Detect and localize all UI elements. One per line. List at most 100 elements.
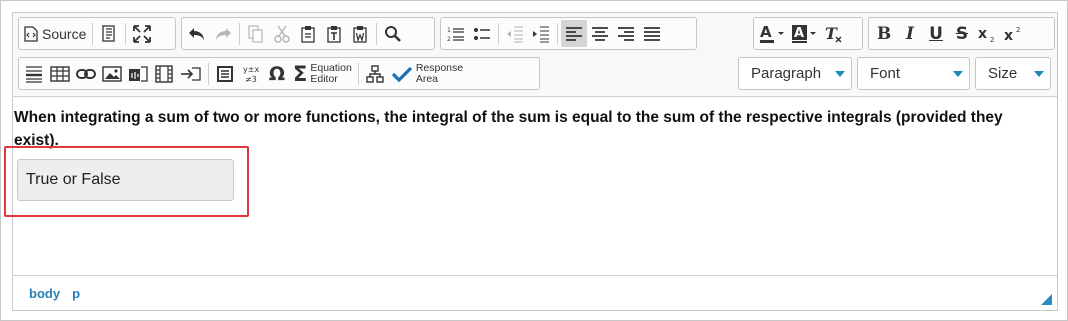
maximize-button[interactable] — [129, 20, 155, 47]
path-item-p[interactable]: p — [72, 286, 80, 301]
math-symbols-icon: y±x≠3 — [243, 65, 259, 84]
outdent-button[interactable] — [502, 20, 528, 47]
redo-icon — [216, 27, 231, 40]
indent-button[interactable] — [528, 20, 554, 47]
response-area-label-line2: Area — [415, 72, 438, 85]
separator — [125, 22, 127, 45]
subscript-button[interactable]: x2 — [975, 20, 1001, 47]
source-icon — [24, 25, 38, 42]
cut-icon — [274, 25, 290, 43]
path-item-body[interactable]: body — [29, 286, 60, 301]
response-area-button[interactable]: Response Area — [388, 60, 466, 87]
undo-button[interactable] — [184, 20, 210, 47]
align-left-button[interactable] — [561, 20, 587, 47]
table-button[interactable] — [47, 60, 73, 87]
basic-style-group: B I U S x2 x2 — [868, 17, 1055, 50]
checkmark-icon — [391, 66, 412, 82]
audio-icon — [129, 65, 148, 82]
find-button[interactable] — [380, 20, 406, 47]
image-button[interactable] — [99, 60, 125, 87]
equation-editor-button[interactable]: Σ Equation Editor — [290, 60, 355, 87]
justify-button[interactable] — [639, 20, 665, 47]
superscript-icon: x2 — [1004, 26, 1020, 43]
paste-icon — [301, 25, 315, 43]
font-dropdown-value: Font — [870, 65, 901, 82]
redo-button[interactable] — [210, 20, 236, 47]
copy-button[interactable] — [243, 20, 269, 47]
bold-button[interactable]: B — [871, 20, 897, 47]
background-color-button[interactable]: A — [788, 20, 820, 47]
bulleted-list-button[interactable] — [469, 20, 495, 47]
italic-button[interactable]: I — [897, 20, 923, 47]
remove-format-button[interactable]: T — [820, 20, 846, 47]
align-left-icon — [566, 26, 582, 41]
paste-text-icon — [327, 25, 341, 43]
svg-text:1: 1 — [447, 27, 451, 34]
bold-icon: B — [876, 23, 892, 44]
color-group: A A T — [753, 17, 863, 50]
font-dropdown[interactable]: Font — [857, 57, 970, 90]
align-center-icon — [592, 26, 608, 41]
svg-text:x: x — [1004, 28, 1013, 43]
maximize-icon — [133, 24, 152, 43]
horizontal-rule-button[interactable] — [21, 60, 47, 87]
sitemap-button[interactable] — [362, 60, 388, 87]
svg-text:2: 2 — [990, 36, 994, 43]
strikethrough-button[interactable]: S — [949, 20, 975, 47]
link-button[interactable] — [73, 60, 99, 87]
separator — [557, 22, 558, 45]
embed-icon — [181, 66, 201, 81]
undo-icon — [189, 27, 204, 40]
preview-button[interactable] — [96, 20, 122, 47]
text-box-button[interactable] — [212, 60, 238, 87]
text-box-icon — [217, 65, 233, 82]
source-button[interactable]: Source — [21, 20, 89, 47]
svg-text:T: T — [825, 24, 838, 43]
paste-from-word-button[interactable] — [347, 20, 373, 47]
separator — [376, 22, 377, 45]
source-label: Source — [42, 25, 87, 42]
text-color-button[interactable]: A — [756, 20, 788, 47]
justify-icon — [644, 26, 660, 41]
resize-handle-icon[interactable] — [1041, 294, 1052, 305]
sitemap-icon — [366, 64, 384, 83]
svg-text:≠3: ≠3 — [245, 75, 257, 84]
paste-as-text-button[interactable] — [321, 20, 347, 47]
format-dropdown-value: Paragraph — [751, 65, 822, 82]
italic-icon: I — [906, 23, 914, 44]
audio-button[interactable] — [125, 60, 151, 87]
svg-text:A: A — [760, 24, 772, 41]
numbered-list-button[interactable]: 12 — [443, 20, 469, 47]
numbered-list-icon: 12 — [447, 27, 464, 43]
superscript-button[interactable]: x2 — [1001, 20, 1027, 47]
insert-group: y±x ≠3 Ω Σ Equation Editor Response Area — [18, 57, 540, 90]
separator — [239, 22, 240, 45]
table-icon — [50, 65, 70, 82]
editor-toolbar: Source 1 2 A A T B I U S x 2 x 2 y±x ≠3 … — [13, 13, 1057, 97]
align-right-button[interactable] — [613, 20, 639, 47]
underline-button[interactable]: U — [923, 20, 949, 47]
paste-button[interactable] — [295, 20, 321, 47]
separator — [92, 22, 94, 45]
format-dropdown[interactable]: Paragraph — [738, 57, 852, 90]
list-align-group: 12 — [440, 17, 697, 50]
editor-content[interactable]: When integrating a sum of two or more fu… — [4, 98, 1057, 276]
separator — [208, 62, 209, 85]
cut-button[interactable] — [269, 20, 295, 47]
preview-icon — [102, 24, 116, 42]
align-center-button[interactable] — [587, 20, 613, 47]
math-symbols-button[interactable]: y±x ≠3 — [238, 60, 264, 87]
omega-icon: Ω — [268, 62, 286, 85]
embed-button[interactable] — [177, 60, 205, 87]
copy-icon — [248, 24, 263, 43]
true-false-response-area[interactable]: True or False — [17, 159, 234, 201]
align-right-icon — [618, 26, 634, 41]
search-icon — [385, 25, 401, 42]
video-button[interactable] — [151, 60, 177, 87]
svg-text:2: 2 — [1016, 26, 1020, 34]
document-group: Source — [18, 17, 176, 50]
video-icon — [155, 64, 173, 83]
size-dropdown[interactable]: Size — [975, 57, 1051, 90]
special-character-button[interactable]: Ω — [264, 60, 290, 87]
response-area-label: Response Area — [415, 62, 463, 85]
